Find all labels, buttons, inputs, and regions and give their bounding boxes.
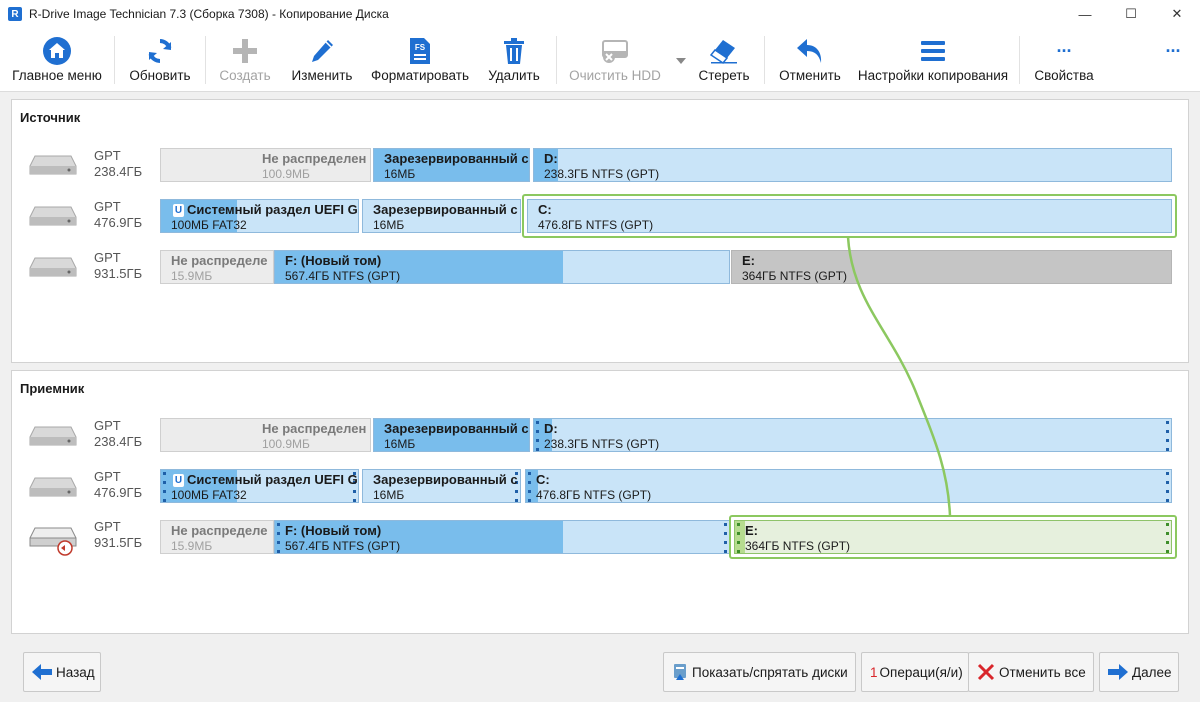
arrow-left-icon xyxy=(32,664,52,680)
next-button[interactable]: Далее xyxy=(1099,652,1179,692)
show-disks-icon xyxy=(672,662,688,682)
operations-button[interactable]: 1 Операци(я/и) xyxy=(861,652,969,692)
operations-count: 1 xyxy=(870,664,878,680)
back-label: Назад xyxy=(56,664,95,680)
show-hide-disks-button[interactable]: Показать/спрятать диски xyxy=(663,652,856,692)
show-hide-label: Показать/спрятать диски xyxy=(692,664,848,680)
cancel-all-button[interactable]: Отменить все xyxy=(968,652,1094,692)
footer-bar: Назад Показать/спрятать диски 1 Операци(… xyxy=(0,640,1200,702)
operations-label: Операци(я/и) xyxy=(879,664,963,680)
cross-icon xyxy=(977,663,995,681)
next-label: Далее xyxy=(1132,664,1172,680)
cancel-all-label: Отменить все xyxy=(999,664,1086,680)
arrow-right-icon xyxy=(1108,664,1128,680)
back-button[interactable]: Назад xyxy=(23,652,101,692)
copy-link-line xyxy=(846,236,952,517)
